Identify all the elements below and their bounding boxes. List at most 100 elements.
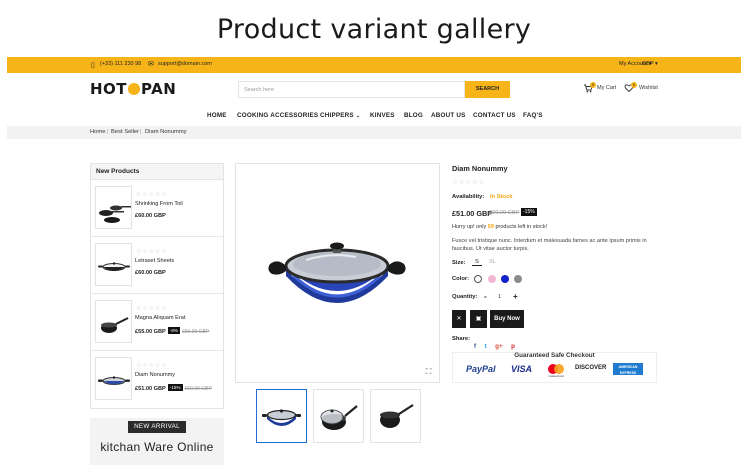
new-arrival-title: kitchan Ware Online xyxy=(100,440,214,454)
product-price: £55.00 GBP -8% £60.00 GBP xyxy=(135,327,209,335)
nav-blog[interactable]: BLOG xyxy=(404,112,423,119)
breadcrumb-separator: | xyxy=(140,129,142,135)
currency-menu[interactable]: GBP ▾ xyxy=(642,61,658,67)
size-option-xl[interactable]: XL xyxy=(486,259,499,265)
support-email[interactable]: support@domain.com xyxy=(158,61,212,67)
nav-home[interactable]: HOME xyxy=(207,112,227,119)
breadcrumb-home[interactable]: Home xyxy=(90,129,105,135)
rating-stars: ☆☆☆☆☆ xyxy=(136,306,168,312)
amex-logo: AMERICAN EXPRESS xyxy=(613,363,643,375)
nav-faqs[interactable]: FAQ'S xyxy=(523,112,543,119)
phone-number: (+33) 111 230 98 xyxy=(100,61,142,67)
nav-about-us[interactable]: ABOUT US xyxy=(431,112,465,119)
new-arrival-badge: NEW ARRIVAL xyxy=(128,421,186,433)
search-input[interactable]: Search here xyxy=(238,81,465,98)
currency-label: GBP xyxy=(642,61,654,67)
stock-urgency-text: Hurry up! only 59 products left in stock… xyxy=(452,224,547,230)
product-thumbnail[interactable] xyxy=(95,186,132,229)
saucepan-lid-thumb-image xyxy=(320,405,358,430)
rating-stars: ☆☆☆☆☆ xyxy=(136,192,168,198)
size-label: Size: xyxy=(452,260,466,266)
quantity-decrease-button[interactable]: - xyxy=(484,292,487,301)
product-price: £60.00 GBP xyxy=(135,213,166,219)
rating-stars: ☆☆☆☆☆ xyxy=(452,179,486,186)
nav-chippers[interactable]: CHIPPERS ⌄ xyxy=(320,112,360,119)
gallery-thumb-1[interactable] xyxy=(256,389,307,443)
discover-logo: DISCOVER xyxy=(575,365,607,371)
quantity-increase-button[interactable]: + xyxy=(513,292,518,301)
availability-label: Availability: xyxy=(452,194,485,200)
breadcrumb-best-seller[interactable]: Best Seller xyxy=(111,129,139,135)
color-swatch-pink[interactable] xyxy=(488,275,496,283)
logo[interactable]: HOT PAN xyxy=(90,80,176,98)
rating-stars: ☆☆☆☆☆ xyxy=(136,363,168,369)
list-item[interactable]: ☆☆☆☆☆ Letraset Sheets £60.00 GBP xyxy=(91,237,223,294)
logo-flame-icon xyxy=(128,83,141,95)
wishlist-count-badge: 0 xyxy=(631,82,637,88)
lock-icon[interactable]: ▣ xyxy=(470,310,487,328)
pinterest-icon[interactable]: p xyxy=(511,343,515,350)
list-item[interactable]: ☆☆☆☆☆ Diam Nonummy £51.00 GBP -15% £60.00 … xyxy=(91,351,223,408)
visa-logo: VISA xyxy=(511,364,533,374)
twitter-icon[interactable]: t xyxy=(485,343,487,350)
product-thumbnail[interactable] xyxy=(95,300,132,343)
product-name[interactable]: Diam Nonummy xyxy=(135,372,175,378)
product-price: £51.00 GBP -15% £60.00 GBP xyxy=(135,384,212,392)
cart-count-badge: 0 xyxy=(590,82,596,88)
search-button[interactable]: SEARCH xyxy=(465,81,510,98)
gallery-thumb-2[interactable] xyxy=(313,389,364,443)
nav-kinves[interactable]: KINVES xyxy=(370,112,395,119)
stock-status: In Stock xyxy=(490,194,513,200)
hurry-prefix: Hurry up! only xyxy=(452,224,487,230)
size-option-s[interactable]: S xyxy=(472,259,482,266)
nav-cooking-accessories[interactable]: COOKING ACCESSORIES xyxy=(237,112,318,119)
list-item[interactable]: ☆☆☆☆☆ Magna Aliquam Erat £55.00 GBP -8% £6… xyxy=(91,294,223,351)
chevron-down-icon: ⌄ xyxy=(355,113,361,119)
nav-chippers-label: CHIPPERS xyxy=(320,112,354,119)
saucepan-thumb-image xyxy=(380,404,414,428)
product-old-price: £60.00 GBP xyxy=(489,210,520,216)
quantity-input[interactable]: 1 xyxy=(498,294,501,300)
gallery-thumb-3[interactable] xyxy=(370,389,421,443)
color-label: Color: xyxy=(452,276,470,282)
color-swatch-grey[interactable] xyxy=(514,275,522,283)
expand-icon[interactable]: ⛶ xyxy=(423,366,434,377)
product-title: Diam Nonummy xyxy=(452,164,508,173)
product-name[interactable]: Letraset Sheets xyxy=(135,258,174,264)
mail-icon: ✉ xyxy=(148,61,154,68)
hurry-suffix: products left in stock! xyxy=(495,224,548,230)
color-swatch-blue[interactable] xyxy=(501,275,509,283)
product-name[interactable]: Shrinking From Toil xyxy=(135,201,183,207)
buy-now-button[interactable]: Buy Now xyxy=(490,310,524,328)
blue-pot-thumb-image xyxy=(262,409,301,426)
hurry-count: 59 xyxy=(487,224,494,230)
nav-contact-us[interactable]: CONTACT US xyxy=(473,112,516,119)
quantity-label: Quantity: xyxy=(452,294,478,300)
wishlist-label[interactable]: Wishlist xyxy=(639,85,658,91)
facebook-icon[interactable]: f xyxy=(474,343,476,350)
product-thumbnail[interactable] xyxy=(95,357,132,400)
sidebar-title: New Products xyxy=(91,164,223,180)
product-description: Fusce vel tristique nunc. Interdum et ma… xyxy=(452,238,647,252)
page-heading: Product variant gallery xyxy=(216,14,532,45)
close-icon[interactable]: ✕ xyxy=(452,310,466,328)
product-price: £60.00 GBP xyxy=(135,270,166,276)
google-plus-icon[interactable]: g+ xyxy=(495,343,503,350)
product-thumbnail[interactable] xyxy=(95,243,132,286)
share-label: Share: xyxy=(452,336,471,342)
discount-badge: -15% xyxy=(167,384,183,391)
main-product-image[interactable] xyxy=(235,163,440,383)
logo-text-left: HOT xyxy=(90,80,128,98)
breadcrumb-current: Diam Nonummy xyxy=(145,129,187,135)
product-price-value: £55.00 GBP xyxy=(135,329,166,335)
list-item[interactable]: ☆☆☆☆☆ Shrinking From Toil £60.00 GBP xyxy=(91,180,223,237)
color-swatch-white[interactable] xyxy=(474,275,482,283)
cart-label[interactable]: My Cart xyxy=(597,85,616,91)
logo-text-right: PAN xyxy=(141,80,177,98)
paypal-logo: PayPal xyxy=(466,364,496,374)
phone-icon: ▯ xyxy=(91,62,95,69)
product-name[interactable]: Magna Aliquam Erat xyxy=(135,315,185,321)
pot-image xyxy=(268,242,406,303)
mastercard-logo-text: mastercard xyxy=(548,374,564,378)
safe-checkout-title: Guaranteed Safe Checkout xyxy=(514,352,595,359)
